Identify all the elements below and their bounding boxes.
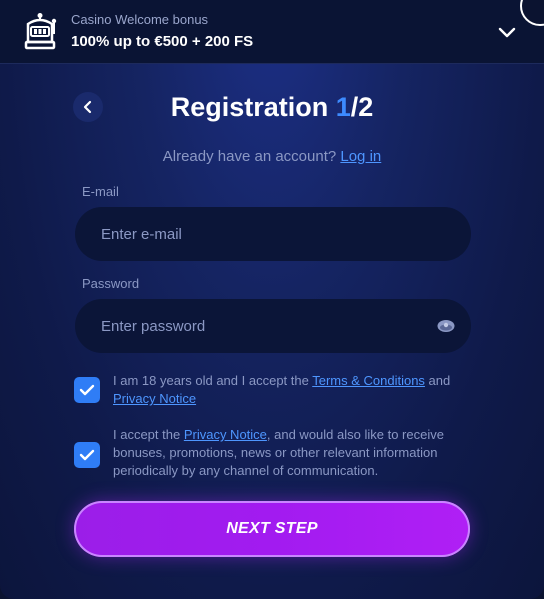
next-step-button[interactable]: NEXT STEP: [74, 501, 470, 557]
consent-text: I accept the: [113, 427, 184, 442]
email-field-wrap: [75, 207, 471, 261]
bonus-text: Casino Welcome bonus 100% up to €500 + 2…: [71, 12, 253, 52]
bonus-title: 100% up to €500 + 200 FS: [71, 33, 254, 50]
consent-text: and: [424, 373, 451, 388]
consent-text: I am 18 years old and I accept the: [113, 373, 313, 388]
login-link[interactable]: Log in: [340, 148, 381, 165]
checkmark-icon: [79, 449, 95, 461]
chevron-down-icon[interactable]: [497, 26, 517, 40]
step-total: /2: [350, 92, 374, 122]
email-input[interactable]: [75, 207, 471, 261]
step-current: 1: [335, 92, 351, 122]
privacy-notice-link[interactable]: Privacy Notice: [184, 427, 267, 442]
login-prompt-line: Already have an account? Log in: [0, 148, 544, 165]
bonus-label: Casino Welcome bonus: [71, 12, 209, 27]
consent-marketing-checkbox[interactable]: [74, 442, 100, 468]
login-prompt: Already have an account?: [162, 148, 337, 165]
page-title: Registration 1/2: [0, 90, 544, 124]
eye-icon[interactable]: [437, 317, 455, 335]
consent-age-checkbox[interactable]: [74, 377, 100, 403]
password-input[interactable]: [75, 299, 471, 353]
password-label: Password: [82, 276, 140, 291]
consent-age-text: I am 18 years old and I accept the Terms…: [113, 372, 483, 408]
checkmark-icon: [79, 384, 95, 396]
privacy-notice-link[interactable]: Privacy Notice: [113, 391, 196, 406]
title-text: Registration: [170, 92, 336, 122]
terms-link[interactable]: Terms & Conditions: [312, 373, 425, 388]
slot-machine-icon: [24, 13, 57, 50]
consent-marketing-text: I accept the Privacy Notice, and would a…: [113, 426, 483, 480]
email-label: E-mail: [82, 184, 119, 199]
registration-modal: Casino Welcome bonus 100% up to €500 + 2…: [0, 0, 544, 599]
password-field-wrap: [75, 299, 471, 353]
welcome-bonus-banner[interactable]: Casino Welcome bonus 100% up to €500 + 2…: [0, 0, 544, 64]
